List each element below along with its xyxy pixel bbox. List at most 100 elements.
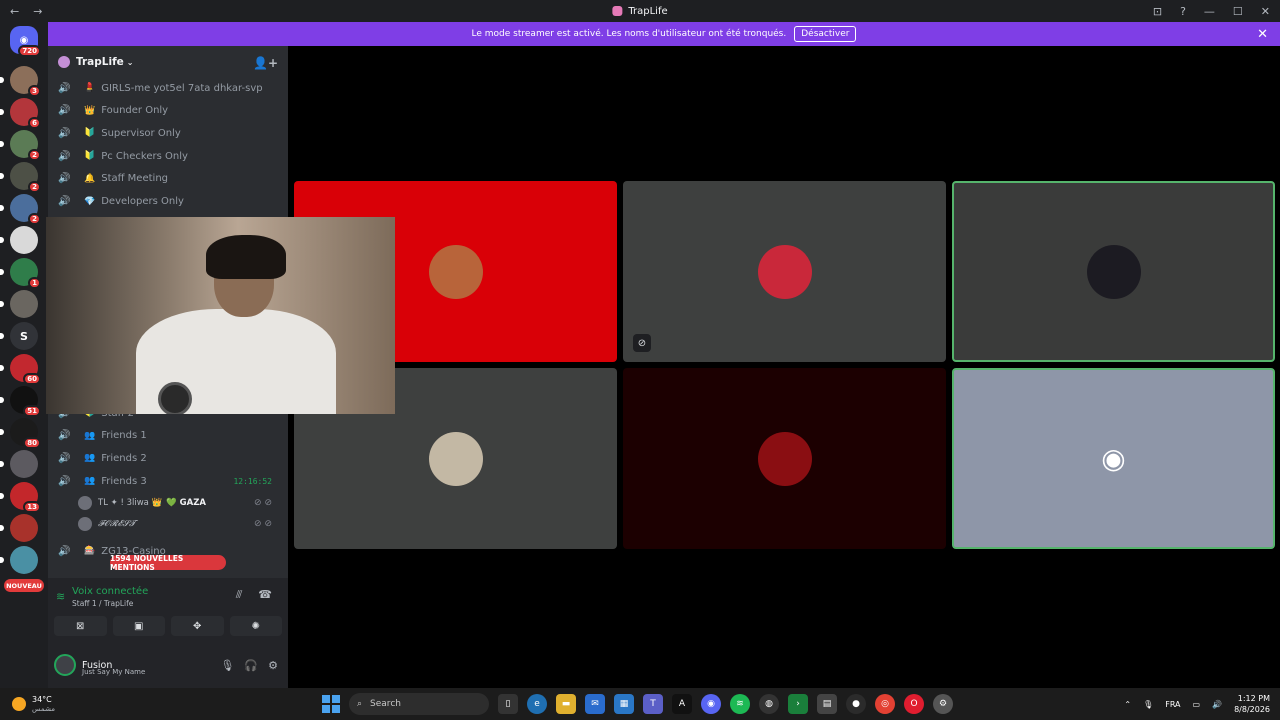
screenshare-button[interactable]: ▣	[112, 616, 165, 636]
signal-icon[interactable]: ≋	[56, 590, 65, 603]
help-icon[interactable]: ?	[1180, 5, 1186, 18]
unread-pip	[0, 365, 4, 371]
voice-channel[interactable]: Staff 1 / TrapLife	[72, 599, 133, 608]
mentions-pill[interactable]: 1594 NOUVELLES MENTIONS	[110, 554, 226, 572]
server-icon[interactable]: 1	[10, 258, 41, 289]
disable-streamer-button[interactable]: Désactiver	[794, 26, 857, 42]
channel-emoji: 💎	[84, 196, 96, 207]
guild-header[interactable]: TrapLife ⌄ 👤+	[48, 46, 288, 78]
server-icon[interactable]	[10, 546, 38, 574]
participant-tile[interactable]: ⊘	[623, 181, 946, 362]
noise-suppression-icon[interactable]: ⫻	[236, 588, 243, 602]
voice-member[interactable]: 𝓕𝓞𝓡𝓔𝓢𝓣 ⊘ ⊘	[78, 515, 282, 533]
mention-badge: 1	[28, 277, 41, 289]
headphones-icon[interactable]: 🎧	[244, 659, 258, 672]
speaker-icon: 🔊	[58, 196, 71, 207]
window-title-group: TrapLife	[612, 6, 668, 17]
voice-member[interactable]: TL ✦ ! 3liwa 👑 💚 GAZA ⊘ ⊘	[78, 494, 282, 512]
participant-tile[interactable]	[952, 181, 1275, 362]
voice-channel-item[interactable]: 🔊 👥 Friends 3 12:16:52	[58, 471, 282, 491]
server-icon[interactable]: 6	[10, 98, 41, 129]
steam-icon[interactable]: ◍	[759, 694, 779, 714]
camera-off-button[interactable]: ⊠	[54, 616, 107, 636]
server-icon[interactable]: 3	[10, 66, 41, 97]
server-icon[interactable]	[10, 290, 38, 318]
voice-channel-item[interactable]: 🔊 👥 Friends 2	[58, 448, 282, 468]
weather-temp: 34°C	[32, 695, 52, 704]
voice-channel-item[interactable]: 🔊 💎 Developers Only	[58, 192, 282, 212]
chrome-icon[interactable]: ◎	[875, 694, 895, 714]
voice-channel-item[interactable]: 🔊 🔔 Staff Meeting	[58, 169, 282, 189]
channel-emoji: 🎰	[84, 546, 96, 556]
activities-button[interactable]: ✥	[171, 616, 224, 636]
store-icon[interactable]: ▦	[614, 694, 634, 714]
user-area[interactable]: Fusion Just Say My Name 🎙 🎧 ⚙	[54, 650, 282, 680]
disconnect-icon[interactable]: ☎	[258, 588, 272, 602]
server-icon[interactable]	[10, 450, 38, 478]
file-explorer-icon[interactable]: ▬	[556, 694, 576, 714]
forward-arrow-icon[interactable]: →	[33, 5, 42, 18]
voice-channel-item[interactable]: 🔊 🔰 Supervisor Only	[58, 123, 282, 143]
task-view-icon[interactable]: ▯	[498, 694, 518, 714]
outlook-icon[interactable]: ✉	[585, 694, 605, 714]
network-icon[interactable]: ▭	[1193, 700, 1201, 709]
voice-channel-item[interactable]: 🔊 👥 Friends 1	[58, 426, 282, 446]
calculator-icon[interactable]: ▤	[817, 694, 837, 714]
unread-pip	[0, 173, 4, 179]
banner-close-icon[interactable]: ✕	[1257, 27, 1268, 42]
github-icon[interactable]: ●	[846, 694, 866, 714]
unread-pip	[0, 557, 4, 563]
inbox-icon[interactable]: ⊡	[1153, 5, 1162, 18]
server-icon[interactable]: 2	[10, 162, 41, 193]
participant-tile[interactable]	[623, 368, 946, 549]
home-button[interactable]: ◉ 720	[10, 26, 41, 57]
voice-channel-item[interactable]: 🔊 👑 Founder Only	[58, 101, 282, 121]
terminal-icon[interactable]: ›	[788, 694, 808, 714]
participant-tile[interactable]: ◉	[952, 368, 1275, 549]
server-icon[interactable]: 60	[10, 354, 41, 385]
volume-icon[interactable]: 🔊	[1212, 700, 1222, 709]
teams-icon[interactable]: T	[643, 694, 663, 714]
channel-emoji: 🔔	[84, 173, 96, 184]
server-icon[interactable]: S	[10, 322, 38, 350]
close-window-button[interactable]: ✕	[1261, 5, 1270, 18]
maximize-button[interactable]: ☐	[1233, 5, 1243, 18]
chevron-up-icon[interactable]: ⌃	[1124, 700, 1131, 709]
new-pill[interactable]: NOUVEAU	[4, 579, 44, 592]
server-icon[interactable]: 2	[10, 130, 41, 161]
camera-overlay[interactable]	[46, 217, 395, 414]
user-avatar[interactable]	[54, 654, 76, 676]
clock[interactable]: 1:12 PM 8/8/2026	[1234, 693, 1270, 715]
mention-badge: 2	[28, 149, 41, 161]
server-icon[interactable]: 51	[10, 386, 41, 417]
user-controls: 🎙 🎧 ⚙	[220, 659, 278, 672]
server-icon[interactable]	[10, 226, 38, 254]
back-arrow-icon[interactable]: ←	[10, 5, 19, 18]
voice-panel: ≋ Voix connectée Staff 1 / TrapLife ⫻ ☎ …	[48, 578, 288, 688]
taskbar-search[interactable]: ⌕ Search	[349, 693, 489, 715]
soundboard-button[interactable]: ✺	[229, 616, 282, 636]
mic-tray-icon[interactable]: 🎙	[1143, 700, 1153, 709]
settings-app-icon[interactable]: ⚙	[933, 694, 953, 714]
mic-icon[interactable]: 🎙	[220, 659, 234, 672]
settings-gear-icon[interactable]: ⚙	[268, 659, 278, 672]
spotify-icon[interactable]: ≋	[730, 694, 750, 714]
voice-status[interactable]: Voix connectée	[72, 586, 148, 597]
discord-taskbar-icon[interactable]: ◉	[701, 694, 721, 714]
opera-icon[interactable]: O	[904, 694, 924, 714]
server-icon[interactable]: 80	[10, 418, 41, 449]
language-indicator[interactable]: FRA	[1165, 700, 1180, 709]
voice-channel-item[interactable]: 🔊 💄 GIRLS-me yot5el 7ata dhkar-svp	[58, 78, 282, 98]
server-icon[interactable]: 2	[10, 194, 41, 225]
weather-widget[interactable]: 34°C مشمس	[12, 695, 55, 713]
windows-start-icon[interactable]	[322, 695, 340, 713]
edge-icon[interactable]: e	[527, 694, 547, 714]
font-app-icon[interactable]: A	[672, 694, 692, 714]
server-icon[interactable]: 13	[10, 482, 41, 513]
minimize-button[interactable]: —	[1204, 5, 1215, 18]
voice-channel-item[interactable]: 🔊 🔰 Pc Checkers Only	[58, 146, 282, 166]
add-member-icon[interactable]: 👤+	[253, 56, 278, 70]
voice-actions: ⫻ ☎	[236, 588, 272, 602]
unread-pip	[0, 301, 4, 307]
server-icon[interactable]	[10, 514, 38, 542]
